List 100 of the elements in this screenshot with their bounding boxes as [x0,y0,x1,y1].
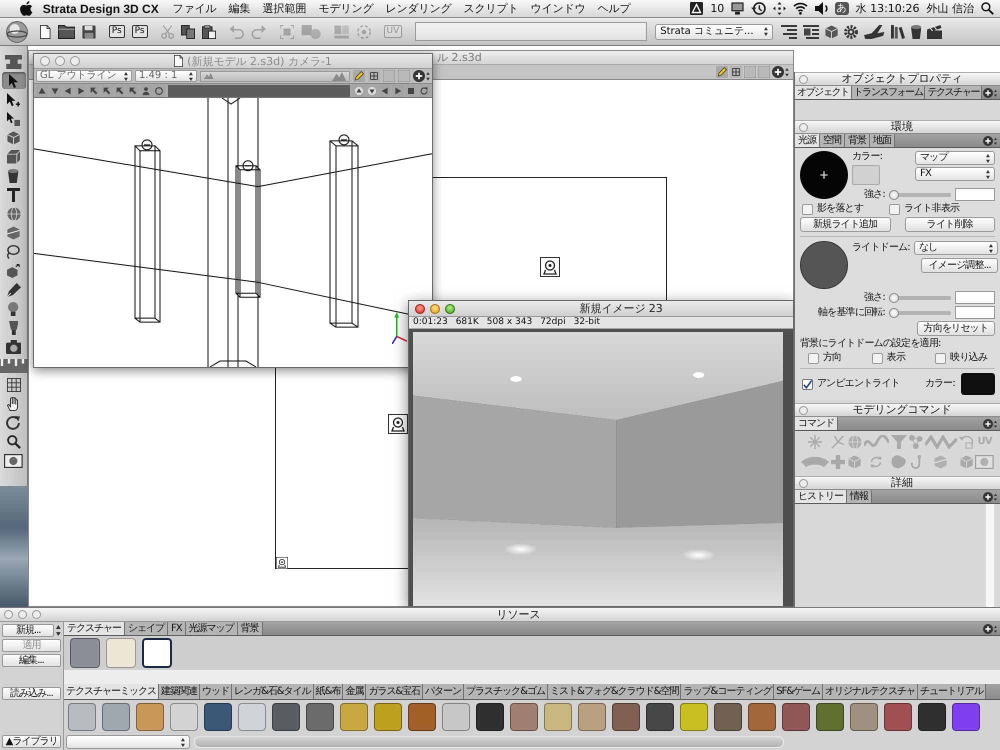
tab[interactable]: ウッド [200,684,232,699]
texture-swatch-icon[interactable] [612,703,640,731]
checkbox[interactable] [935,352,946,364]
light-dome-dropdown[interactable]: なし [914,241,998,255]
texture-swatch-icon[interactable] [442,703,470,731]
texture-swatch-icon[interactable] [408,703,436,731]
document-icon[interactable] [40,24,50,38]
blank-tile-icon[interactable] [383,70,396,82]
menu-item[interactable]: スクリプト [464,2,519,16]
texture-swatch-icon[interactable] [918,703,946,731]
checkbox[interactable] [808,352,819,364]
render-mode-dropdown[interactable]: GL アウトライン [36,70,132,82]
texture-swatch-icon[interactable] [170,703,198,731]
tab[interactable]: プラスチック&ゴム [464,684,548,699]
menu-item[interactable]: 選択範囲 [262,2,307,16]
number-field[interactable] [955,291,995,304]
app-logo-icon[interactable] [6,20,28,42]
tab[interactable]: 紙&布 [314,684,344,699]
texture-swatch-icon[interactable] [102,703,130,731]
wifi-icon[interactable] [793,2,808,15]
tab[interactable]: 空間 [820,134,845,147]
community-dropdown[interactable]: Strata コミュニテ... [655,24,774,40]
right-aligned-lines-icon[interactable] [781,24,798,38]
texture-swatch-icon[interactable] [952,703,980,731]
tab[interactable]: シェイプ [125,622,168,635]
menu-item[interactable]: ファイル [172,2,217,16]
airplane-icon[interactable] [864,24,885,38]
corner-arrow-icon[interactable] [127,84,139,96]
tab[interactable]: オリジナルテクスチャ [823,684,918,699]
edit-button[interactable]: 編集... [2,654,61,667]
texture-swatch-icon[interactable] [476,703,504,731]
slider-thumb[interactable] [889,308,899,318]
circle-icon[interactable] [153,84,165,96]
texture-swatch-icon[interactable] [142,638,172,668]
tab[interactable]: 光源 [795,134,820,147]
slider-thumb[interactable] [889,190,899,200]
tab[interactable]: テクスチャーミックス [64,684,159,699]
zoom-button[interactable] [70,56,80,66]
number-field[interactable] [955,306,995,319]
tab[interactable]: テクスチャー [64,622,125,635]
cube-icon[interactable] [825,24,838,38]
tab[interactable]: FX [168,622,186,635]
plus-icon[interactable] [413,70,430,82]
menu-item[interactable]: ヘルプ [598,2,631,16]
tab[interactable]: SF&ゲーム [774,684,824,699]
copy-icon[interactable] [180,24,195,38]
checkbox[interactable] [872,352,883,364]
map-dropdown[interactable]: マップ [915,151,995,165]
tab[interactable]: ヒストリー [795,490,847,503]
pencil-icon[interactable] [716,66,728,78]
zoom-dropdown[interactable]: 1.49 : 1 [135,70,197,82]
tab[interactable]: オブジェクト [795,86,852,99]
plus-icon[interactable] [983,136,997,146]
lines-and-box-icon[interactable] [803,24,820,38]
texture-swatch-icon[interactable] [850,703,878,731]
texture-swatch-icon[interactable] [884,703,912,731]
tab[interactable]: 情報 [847,490,872,503]
figure-icon[interactable] [140,84,152,96]
library-dropdown[interactable] [66,735,190,749]
pencil-icon[interactable] [353,70,366,82]
import-button[interactable]: 読み込み... [2,687,61,700]
menu-item[interactable]: モデリング [318,2,374,16]
color-swatch-icon[interactable] [961,373,995,395]
texture-swatch-icon[interactable] [544,703,572,731]
grid-icon[interactable] [368,70,380,82]
checkbox[interactable] [802,378,813,390]
texture-swatch-icon[interactable] [646,703,674,731]
number-field[interactable] [955,188,995,201]
delete-light-button[interactable]: ライト削除 [904,217,995,232]
tab[interactable]: チュートリアル [918,684,986,699]
tab[interactable]: 背景 [845,134,870,147]
tab[interactable]: ラップ&コーティング [681,684,774,699]
texture-swatch-icon[interactable] [374,703,402,731]
input-mode-indicator[interactable]: あ [834,2,849,15]
texture-swatch-icon[interactable] [578,703,606,731]
apple-icon[interactable] [20,1,33,16]
tab[interactable]: ガラス&宝石 [366,684,424,699]
corner-arrow-icon[interactable] [101,84,113,96]
library-button[interactable]: ▲ライブラリ [2,735,61,748]
texture-swatch-icon[interactable] [272,703,300,731]
plus-icon[interactable] [983,624,997,634]
texture-swatch-icon[interactable] [680,703,708,731]
menu-item[interactable]: ウインドウ [530,2,586,16]
plus-icon[interactable] [983,492,997,502]
texture-swatch-icon[interactable] [136,703,164,731]
texture-swatch-icon[interactable] [782,703,810,731]
minimize-button[interactable] [55,56,65,66]
tab[interactable]: 金属 [343,684,366,699]
plus-icon[interactable] [983,418,997,428]
corner-arrow-icon[interactable] [88,84,100,96]
clipboard-icon[interactable] [202,24,216,38]
texture-swatch-icon[interactable] [68,703,96,731]
blank-tile-icon[interactable] [758,66,770,78]
menu-extra[interactable]: 10 [710,2,724,16]
four-arrows-icon[interactable] [773,2,786,15]
checkbox[interactable] [889,204,900,214]
new-button[interactable]: 新規... [2,624,54,637]
updown-arrows-icon[interactable] [56,625,61,636]
zoom-button[interactable] [445,304,455,314]
texture-swatch-icon[interactable] [510,703,538,731]
